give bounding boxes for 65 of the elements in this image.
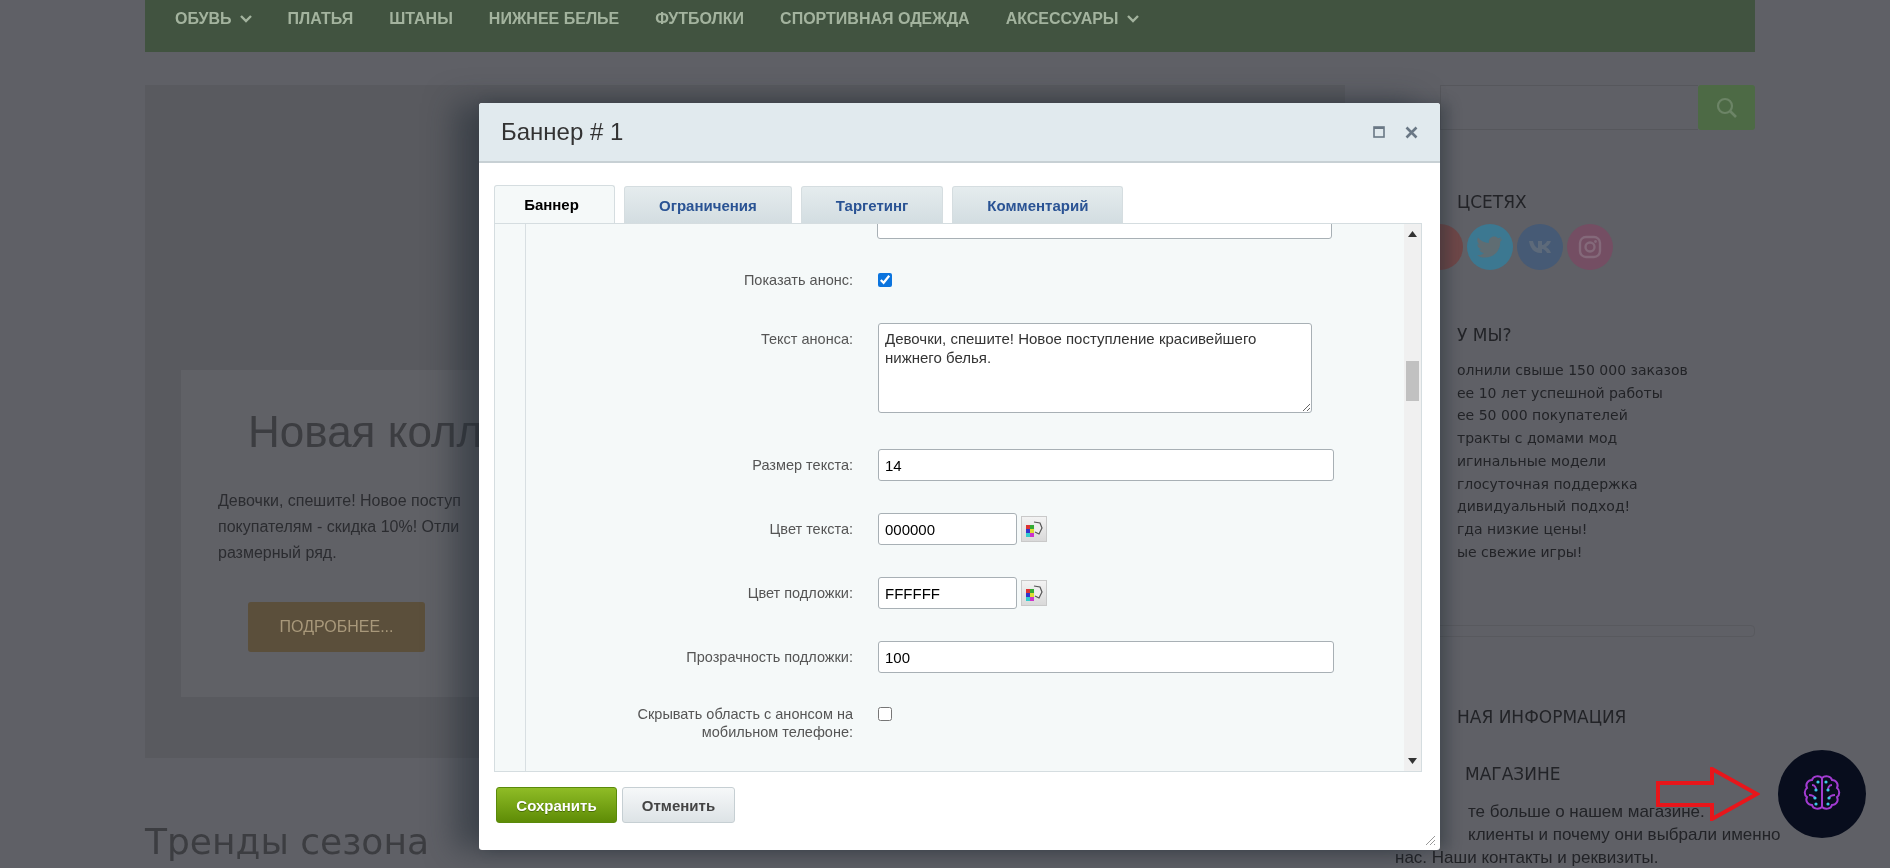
color-picker-button[interactable] [1021, 580, 1047, 606]
cancel-button[interactable]: Отменить [622, 787, 735, 823]
scrollbar-thumb[interactable] [1406, 361, 1419, 401]
tab[interactable]: Таргетинг [800, 186, 944, 223]
field-label: Текст анонса: [760, 330, 853, 348]
announcement-field[interactable]: Девочки, спешите! Новое поступление красивейшего нижнего белья. [878, 323, 1312, 413]
palette-icon [1024, 519, 1044, 539]
checkbox[interactable] [878, 273, 892, 287]
list-item: ые свежие игры! [1457, 542, 1583, 562]
section-heading: У МЫ? [1457, 325, 1512, 345]
dialog-title: Баннер # 1 [501, 118, 625, 146]
bird-icon [1477, 236, 1503, 258]
search-field[interactable] [1440, 85, 1698, 130]
resize-grip-icon[interactable] [1424, 834, 1436, 846]
field-label: Размер текста: [752, 456, 853, 474]
nav-link[interactable]: ОБУВЬ [175, 10, 252, 28]
save-button[interactable]: Сохранить [496, 787, 617, 823]
nav-link[interactable]: СПОРТИВНАЯ ОДЕЖДА [780, 10, 970, 28]
tab[interactable]: Комментарий [952, 186, 1124, 223]
list-item: олнили свыше 150 000 заказов [1457, 361, 1688, 380]
color-field[interactable]: 000000 [878, 513, 1017, 545]
list-item: гда низкие цены! [1457, 519, 1588, 539]
field-label: Скрывать область с анонсом на мобильном телефоне: [636, 705, 853, 741]
close-icon[interactable] [1405, 125, 1418, 139]
color-picker-button[interactable] [1021, 516, 1047, 542]
list-item: дивидуальный подход! [1457, 497, 1631, 517]
field-label: Цвет подложки: [747, 584, 853, 602]
field-label: Цвет текста: [769, 520, 853, 538]
about-text: клиенты и почему они выбрали именно [1468, 824, 1781, 847]
down-arrow-icon[interactable] [1408, 758, 1417, 764]
chevron-down-icon [1126, 15, 1139, 23]
input-field[interactable]: 100 [878, 641, 1334, 673]
color-field[interactable]: FFFFFF [878, 577, 1017, 609]
social-button[interactable] [1567, 224, 1613, 270]
chevron-down-icon [239, 15, 252, 23]
list-item: тракты с домами мод [1457, 429, 1618, 449]
list-item: глосуточная поддержка [1457, 474, 1638, 494]
social-icon[interactable] [1440, 224, 1463, 270]
palette-icon [1024, 583, 1044, 603]
about-text: те больше о нашем магазине. [1468, 801, 1705, 824]
field-label: Прозрачность подложки: [686, 648, 853, 666]
maximize-icon[interactable] [1373, 126, 1385, 138]
nav-link[interactable]: ШТАНЫ [389, 10, 453, 28]
section-heading: НАЯ ИНФОРМАЦИЯ [1457, 707, 1627, 728]
nav-link[interactable]: АКСЕССУАРЫ [1005, 10, 1139, 28]
nav-link[interactable]: ФУТБОЛКИ [655, 10, 745, 28]
list-item: игинальные модели [1457, 451, 1607, 471]
nav-link[interactable]: ПЛАТЬЯ [287, 10, 354, 28]
input-field[interactable]: 14 [878, 449, 1334, 481]
list-item: ее 10 лет успешной работы [1457, 383, 1663, 403]
camera-icon [1578, 235, 1602, 259]
up-arrow-icon[interactable] [1408, 231, 1417, 237]
section-heading: ЦСЕТЯХ [1457, 192, 1527, 212]
search-icon [1715, 96, 1738, 119]
social-icon [1528, 240, 1552, 254]
scrollbar[interactable] [1404, 224, 1421, 771]
list-item: ее 50 000 покупателей [1457, 406, 1628, 426]
about-text: нас. Наши контакты и реквизиты. [1395, 847, 1659, 868]
tab[interactable]: Баннер [494, 185, 615, 223]
section-heading: МАГАЗИНЕ [1465, 764, 1561, 785]
field-label: Показать анонс: [743, 271, 853, 289]
nav-link[interactable]: НИЖНЕЕ БЕЛЬЕ [488, 10, 620, 28]
search-button[interactable] [1698, 85, 1755, 130]
tab[interactable]: Ограничения [624, 186, 792, 223]
checkbox[interactable] [878, 707, 892, 721]
